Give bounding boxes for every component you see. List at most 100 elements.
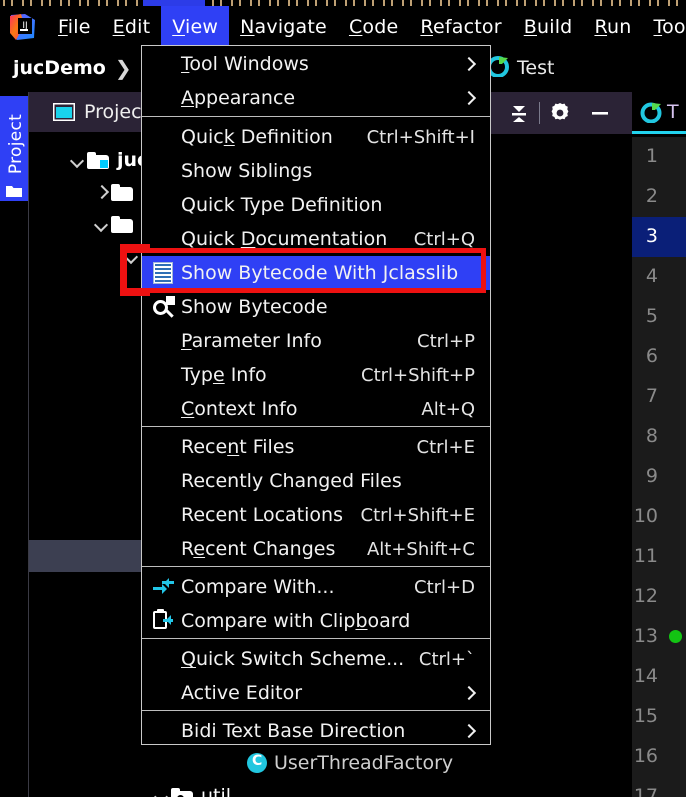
intellij-idea-logo-icon: IJ: [7, 11, 39, 43]
line-number-3: 3: [645, 225, 658, 247]
menu-item-appearance[interactable]: Appearance: [142, 81, 490, 115]
run-configuration-selector[interactable]: Test: [487, 48, 554, 88]
tree-item-util-label: util: [201, 785, 232, 797]
menu-item-tool-windows-label: Tool Windows: [181, 53, 309, 75]
gutter-line-13: 13: [632, 617, 686, 657]
gutter-line-17: 17: [632, 777, 686, 797]
menubar-run-label: Run: [594, 16, 632, 38]
collapse-all-icon[interactable]: [499, 92, 539, 134]
chevron-right-icon[interactable]: [93, 183, 111, 201]
menu-item-parameter-info-shortcut: Ctrl+P: [417, 330, 475, 352]
menu-item-active-editor-label: Active Editor: [181, 682, 303, 704]
menu-item-quick-documentation[interactable]: Quick Documentation Ctrl+Q: [142, 222, 490, 256]
menu-item-parameter-info[interactable]: Parameter Info Ctrl+P: [142, 324, 490, 358]
menubar-item-navigate[interactable]: Navigate: [229, 6, 338, 48]
gutter-line-7: 7: [632, 377, 686, 417]
chevron-down-icon[interactable]: [69, 151, 87, 169]
line-number-15: 15: [633, 705, 658, 727]
compare-arrows-icon: [153, 576, 175, 598]
breadcrumb-project[interactable]: jucDemo: [13, 57, 106, 79]
menu-item-quick-documentation-shortcut: Ctrl+Q: [413, 228, 475, 250]
menu-item-show-bytecode[interactable]: Show Bytecode: [142, 290, 490, 324]
chevron-down-icon[interactable]: [153, 787, 171, 797]
menubar-item-edit[interactable]: Edit: [102, 6, 162, 48]
menu-item-context-info-label: Context Info: [181, 398, 298, 420]
menu-separator-1: [142, 116, 490, 117]
menu-item-quick-type-definition[interactable]: Quick Type Definition: [142, 188, 490, 222]
menu-item-type-info-label: Type Info: [181, 364, 267, 386]
line-number-9: 9: [645, 465, 658, 487]
menubar-build-label: Build: [523, 16, 573, 38]
menubar-item-code[interactable]: Code: [338, 6, 409, 48]
line-number-12: 12: [633, 585, 658, 607]
green-run-gutter-icon[interactable]: [669, 630, 682, 643]
gutter-line-3: 3: [632, 217, 686, 257]
menu-item-show-bytecode-with-jclasslib[interactable]: Show Bytecode With Jclasslib: [142, 256, 490, 290]
menu-item-active-editor[interactable]: Active Editor: [142, 676, 490, 710]
menubar-item-refactor[interactable]: Refactor: [409, 6, 512, 48]
menu-item-compare-with[interactable]: Compare With... Ctrl+D: [142, 570, 490, 604]
gutter-line-9: 9: [632, 457, 686, 497]
editor-gutter: 1 2 3 4 5 6 7 8 9 10 11 12 13 14 15 16 1…: [632, 137, 686, 797]
editor-tab-test[interactable]: T: [632, 92, 686, 134]
java-class-icon: [247, 753, 267, 773]
line-number-5: 5: [645, 305, 658, 327]
menu-item-recent-changes-shortcut: Alt+Shift+C: [366, 538, 475, 560]
line-number-1: 1: [645, 145, 658, 167]
hide-minimize-icon[interactable]: [580, 92, 620, 134]
menu-item-bidi-text-base-direction[interactable]: Bidi Text Base Direction: [142, 714, 490, 748]
menu-item-parameter-info-label: Parameter Info: [181, 330, 322, 352]
chevron-down-icon[interactable]: [93, 215, 111, 233]
menu-item-quick-definition[interactable]: Quick Definition Ctrl+Shift+I: [142, 120, 490, 154]
menubar-refactor-label: Refactor: [420, 16, 502, 38]
menu-item-recent-locations[interactable]: Recent Locations Ctrl+Shift+E: [142, 498, 490, 532]
menubar-item-tools[interactable]: Tools: [643, 6, 686, 48]
line-number-6: 6: [645, 345, 658, 367]
menu-item-context-info[interactable]: Context Info Alt+Q: [142, 392, 490, 426]
menu-item-recently-changed-files[interactable]: Recently Changed Files: [142, 464, 490, 498]
menubar-item-run[interactable]: Run: [583, 6, 642, 48]
sidebar-item-project[interactable]: Project: [0, 96, 28, 201]
gutter-line-1: 1: [632, 137, 686, 177]
menu-separator-4: [142, 638, 490, 639]
menu-item-show-bytecode-with-jclasslib-label: Show Bytecode With Jclasslib: [181, 262, 459, 284]
menu-item-show-siblings[interactable]: Show Siblings: [142, 154, 490, 188]
gutter-line-12: 12: [632, 577, 686, 617]
jclasslib-icon: [153, 262, 173, 284]
tree-item-userthreadfactory[interactable]: UserThreadFactory: [247, 747, 453, 779]
menu-item-recent-changes[interactable]: Recent Changes Alt+Shift+C: [142, 532, 490, 566]
tree-item-util[interactable]: util: [153, 780, 231, 797]
settings-gear-icon[interactable]: [540, 92, 580, 134]
chevron-right-icon: [461, 685, 477, 701]
chevron-right-icon: [461, 56, 477, 72]
menubar-item-build[interactable]: Build: [513, 6, 584, 48]
menu-item-recent-files-shortcut: Ctrl+E: [416, 436, 475, 458]
menu-item-compare-with-clipboard[interactable]: Compare with Clipboard: [142, 604, 490, 638]
menu-item-compare-with-label: Compare With...: [181, 576, 335, 598]
gutter-line-2: 2: [632, 177, 686, 217]
run-config-label: Test: [517, 57, 555, 79]
menu-item-type-info[interactable]: Type Info Ctrl+Shift+P: [142, 358, 490, 392]
menu-item-recent-files[interactable]: Recent Files Ctrl+E: [142, 430, 490, 464]
menubar-item-view[interactable]: View: [161, 6, 230, 48]
menubar: IJ File Edit View Navigate Code Refactor…: [0, 6, 686, 48]
gutter-line-8: 8: [632, 417, 686, 457]
menu-item-quick-switch-scheme-shortcut: Ctrl+`: [418, 648, 475, 670]
tool-window-toolbar: [486, 92, 632, 134]
gutter-line-14: 14: [632, 657, 686, 697]
gutter-line-11: 11: [632, 537, 686, 577]
line-number-8: 8: [645, 425, 658, 447]
menubar-item-file[interactable]: File: [47, 6, 102, 48]
menu-item-tool-windows[interactable]: Tool Windows: [142, 47, 490, 81]
project-root-folder-icon: [87, 151, 109, 169]
menu-item-context-info-shortcut: Alt+Q: [421, 398, 475, 420]
editor-tab-label: T: [667, 100, 679, 123]
menu-item-quick-switch-scheme[interactable]: Quick Switch Scheme... Ctrl+`: [142, 642, 490, 676]
line-number-10: 10: [633, 505, 658, 527]
menu-item-compare-with-shortcut: Ctrl+D: [414, 576, 475, 598]
menu-item-quick-definition-label: Quick Definition: [181, 126, 333, 148]
menu-separator-3: [142, 566, 490, 567]
sidebar-item-project-label: Project: [6, 113, 26, 175]
chevron-down-icon[interactable]: [123, 247, 141, 265]
line-number-7: 7: [645, 385, 658, 407]
